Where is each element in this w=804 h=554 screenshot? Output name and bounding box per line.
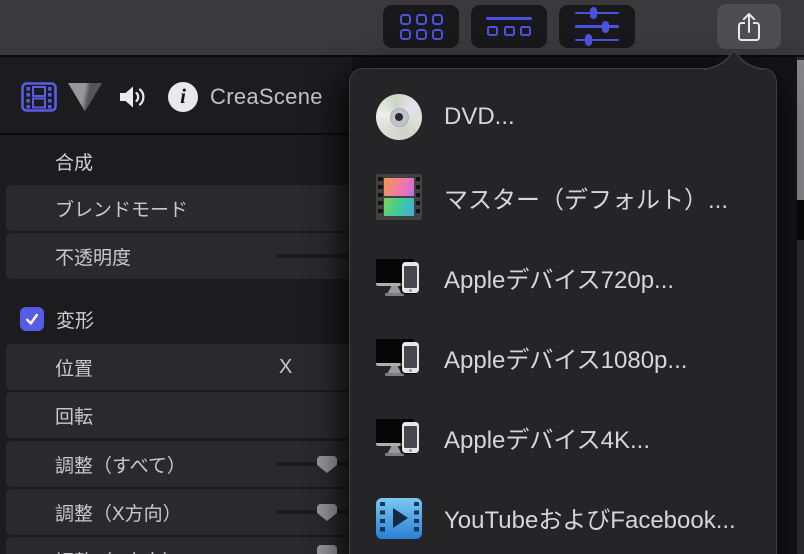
apple-devices-icon <box>376 254 422 300</box>
menu-item-master[interactable]: マスター（デフォルト）... <box>350 157 776 237</box>
share-button[interactable] <box>717 4 781 49</box>
row-blend-mode[interactable]: ブレンドモード <box>6 185 352 231</box>
apple-devices-icon <box>376 334 422 380</box>
scrollbar-thumb[interactable] <box>797 60 804 200</box>
top-toolbar <box>0 0 804 57</box>
transform-header-label: 変形 <box>56 310 95 332</box>
opacity-slider[interactable] <box>276 254 358 258</box>
row-opacity[interactable]: 不透明度 <box>6 233 358 279</box>
position-label: 位置 <box>55 358 94 380</box>
blend-mode-label: ブレンドモード <box>55 199 189 221</box>
viewer-edge-strip <box>797 57 804 554</box>
transform-checkbox[interactable] <box>20 307 44 331</box>
opacity-label: 不透明度 <box>55 247 132 269</box>
menu-item-label: YouTubeおよびFacebook... <box>444 506 736 534</box>
section-header-compositing: 合成 <box>0 139 352 183</box>
adjustments-view-button[interactable] <box>559 5 635 48</box>
menu-item-label: Appleデバイス720p... <box>444 266 675 294</box>
scale-x-slider-handle[interactable] <box>317 504 337 521</box>
row-position[interactable]: 位置 X <box>6 344 352 390</box>
menu-item-apple-4k[interactable]: Appleデバイス4K... <box>350 397 776 477</box>
menu-item-label: マスター（デフォルト）... <box>444 186 729 214</box>
filmstrip-view-button[interactable] <box>471 5 547 48</box>
scale-y-slider-handle[interactable] <box>317 545 337 554</box>
generator-inspector-icon <box>67 82 103 112</box>
row-scale-y[interactable]: 調整（Y方向） <box>6 537 352 554</box>
divider <box>0 133 352 135</box>
grid-view-button[interactable] <box>383 5 459 48</box>
popover-arrow <box>704 50 764 71</box>
grid-view-icon <box>399 13 443 40</box>
menu-item-label: DVD... <box>444 103 515 130</box>
scale-x-label: 調整（X方向） <box>55 503 182 525</box>
share-icon <box>738 12 760 41</box>
menu-item-apple-720p[interactable]: Appleデバイス720p... <box>350 237 776 317</box>
row-scale-all[interactable]: 調整（すべて） <box>6 441 358 487</box>
info-inspector-icon: i <box>168 82 198 112</box>
scrollbar-gap <box>797 200 804 240</box>
sliders-view-icon <box>575 6 619 48</box>
menu-item-apple-1080p[interactable]: Appleデバイス1080p... <box>350 317 776 397</box>
checkmark-icon <box>26 313 38 325</box>
row-scale-x[interactable]: 調整（X方向） <box>6 489 358 535</box>
dvd-disc-icon <box>376 94 422 140</box>
rotation-label: 回転 <box>55 406 94 428</box>
menu-item-label: Appleデバイス1080p... <box>444 346 688 374</box>
menu-item-youtube-facebook[interactable]: YouTubeおよびFacebook... <box>350 477 776 554</box>
master-file-icon <box>376 174 422 220</box>
scale-all-label: 調整（すべて） <box>55 455 186 477</box>
tab-info-inspector[interactable]: i <box>162 60 204 134</box>
filmstrip-view-icon <box>486 17 532 36</box>
audio-inspector-icon <box>120 86 145 108</box>
tab-audio-inspector[interactable] <box>112 60 154 134</box>
apple-devices-icon <box>376 414 422 460</box>
compositing-header-label: 合成 <box>55 152 94 174</box>
inspector-tab-bar: i CreaScene <box>0 60 352 134</box>
inspector-panel: i CreaScene 合成 ブレンドモード 不透明度 変形 位置 X 回転 調… <box>0 57 358 554</box>
tab-generator-inspector[interactable] <box>64 60 106 134</box>
tab-video-inspector[interactable] <box>18 60 60 134</box>
youtube-facebook-icon <box>376 497 422 539</box>
share-popover: DVD... マスター（デフォルト）... Appleデバイス720p... A… <box>349 50 777 554</box>
position-axis-label: X <box>279 355 293 378</box>
share-menu: DVD... マスター（デフォルト）... Appleデバイス720p... A… <box>350 77 776 554</box>
video-inspector-icon <box>21 82 57 112</box>
scale-y-label: 調整（Y方向） <box>55 547 182 554</box>
section-header-transform: 変形 <box>0 296 352 342</box>
menu-item-dvd[interactable]: DVD... <box>350 77 776 157</box>
menu-item-label: Appleデバイス4K... <box>444 426 651 454</box>
scale-all-slider-handle[interactable] <box>317 456 337 473</box>
clip-name: CreaScene <box>210 84 323 109</box>
row-rotation[interactable]: 回転 <box>6 392 352 438</box>
